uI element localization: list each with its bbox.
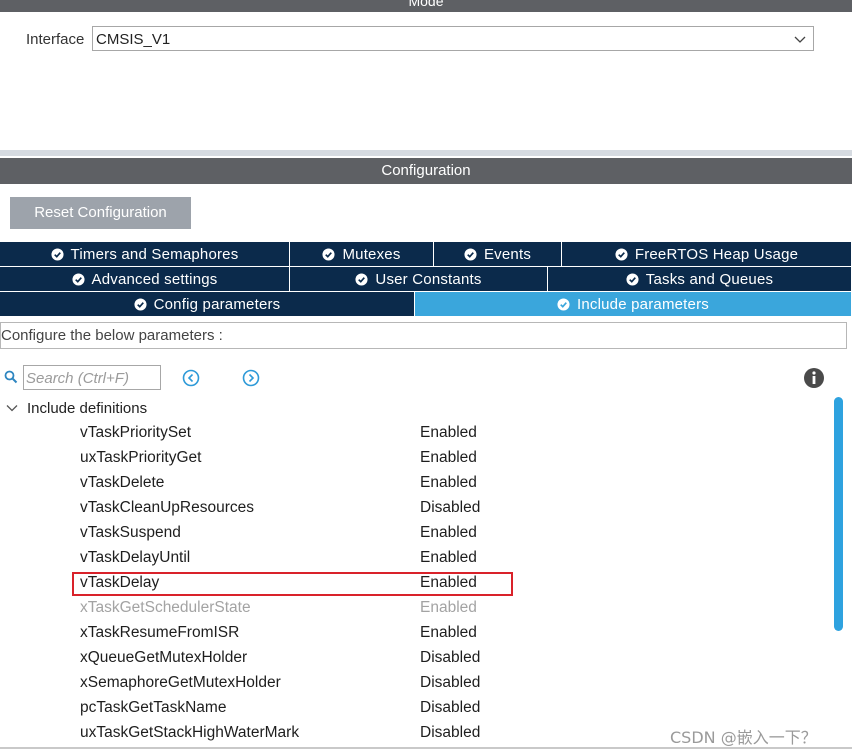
parameter-name: vTaskDelayUntil	[80, 549, 191, 566]
search-placeholder: Search (Ctrl+F)	[26, 370, 129, 387]
parameter-row[interactable]: uxTaskPriorityGet Enabled	[0, 446, 830, 471]
parameter-value[interactable]: Disabled	[420, 674, 480, 692]
configure-hint-text: Configure the below parameters :	[1, 327, 223, 344]
parameter-name: uxTaskPriorityGet	[80, 449, 202, 466]
tab-label: Include parameters	[576, 295, 709, 313]
parameter-row[interactable]: vTaskDelayUntil Enabled	[0, 546, 830, 571]
parameter-name: xTaskGetSchedulerState	[80, 599, 251, 616]
tab-label: FreeRTOS Heap Usage	[634, 245, 799, 263]
interface-label: Interface	[26, 31, 85, 48]
info-icon[interactable]	[803, 367, 825, 389]
parameter-value[interactable]: Disabled	[420, 724, 480, 742]
parameter-name: vTaskSuspend	[80, 524, 181, 541]
parameter-row[interactable]: pcTaskGetTaskName Disabled	[0, 696, 830, 721]
scrollbar-thumb[interactable]	[834, 397, 843, 631]
parameter-name: xSemaphoreGetMutexHolder	[80, 674, 281, 691]
section-divider	[0, 150, 852, 156]
check-circle-icon	[626, 272, 639, 286]
arrow-right-circle-icon[interactable]	[241, 368, 261, 388]
parameter-row[interactable]: vTaskSuspend Enabled	[0, 521, 830, 546]
parameter-value[interactable]: Enabled	[420, 524, 477, 542]
mode-title: Mode	[408, 0, 444, 9]
tab-mutexes[interactable]: Mutexes	[290, 242, 434, 267]
parameter-value[interactable]: Disabled	[420, 499, 480, 517]
mode-section-header: Mode	[0, 0, 852, 12]
tab-config-parameters[interactable]: Config parameters	[0, 292, 415, 317]
parameter-row[interactable]: xSemaphoreGetMutexHolder Disabled	[0, 671, 830, 696]
parameter-value[interactable]: Enabled	[420, 549, 477, 567]
tab-label: Tasks and Queues	[645, 270, 774, 288]
check-circle-icon	[71, 272, 85, 286]
tab-events[interactable]: Events	[434, 242, 562, 267]
parameter-row[interactable]: vTaskCleanUpResources Disabled	[0, 496, 830, 521]
parameter-name: vTaskPrioritySet	[80, 424, 192, 441]
parameter-name: xTaskResumeFromISR	[80, 624, 240, 641]
group-label: Include definitions	[27, 399, 148, 417]
watermark-text: CSDN @嵌入一下？	[670, 728, 817, 747]
tab-label: Advanced settings	[91, 270, 218, 288]
check-circle-icon	[134, 297, 147, 311]
check-circle-icon	[557, 297, 570, 311]
reset-configuration-button[interactable]: Reset Configuration	[10, 197, 191, 229]
parameter-name: uxTaskGetStackHighWaterMark	[80, 724, 300, 741]
check-circle-icon	[51, 247, 64, 261]
search-icon	[4, 370, 18, 384]
parameter-value[interactable]: Enabled	[420, 474, 477, 492]
interface-select[interactable]: CMSIS_V1	[92, 26, 814, 51]
parameter-value[interactable]: Enabled	[420, 449, 477, 467]
parameter-row[interactable]: vTaskPrioritySet Enabled	[0, 421, 830, 446]
tab-tasks-and-queues[interactable]: Tasks and Queues	[548, 267, 852, 292]
configuration-header: Configuration	[0, 158, 852, 184]
tab-label: Mutexes	[342, 245, 401, 263]
parameter-value[interactable]: Disabled	[420, 649, 480, 667]
parameter-name: pcTaskGetTaskName	[80, 699, 227, 716]
parameter-value[interactable]: Enabled	[420, 424, 477, 442]
parameter-value[interactable]: Enabled	[420, 624, 477, 642]
parameter-row[interactable]: vTaskDelete Enabled	[0, 471, 830, 496]
check-circle-icon	[464, 247, 477, 261]
parameter-row-readonly: xTaskGetSchedulerState Enabled	[0, 596, 830, 621]
parameter-name: vTaskCleanUpResources	[80, 499, 255, 516]
arrow-left-circle-icon[interactable]	[181, 368, 201, 388]
parameter-name: vTaskDelete	[80, 474, 165, 491]
highlight-annotation-box	[72, 572, 513, 596]
parameter-value: Enabled	[420, 599, 477, 616]
interface-value: CMSIS_V1	[96, 31, 171, 48]
tab-user-constants[interactable]: User Constants	[290, 267, 548, 292]
collapse-chevron-icon	[6, 405, 18, 412]
tab-advanced-settings[interactable]: Advanced settings	[0, 267, 290, 292]
tab-label: User Constants	[375, 270, 482, 288]
tab-label: Timers and Semaphores	[70, 245, 239, 263]
check-circle-icon	[355, 272, 368, 286]
tab-label: Events	[483, 245, 532, 263]
tab-timers-and-semaphores[interactable]: Timers and Semaphores	[0, 242, 290, 267]
include-definitions-group[interactable]: Include definitions	[5, 398, 147, 418]
tab-label: Config parameters	[153, 295, 281, 313]
check-circle-icon	[322, 247, 335, 261]
configure-hint-box: Configure the below parameters :	[0, 322, 847, 349]
tab-freertos-heap-usage[interactable]: FreeRTOS Heap Usage	[562, 242, 852, 267]
bottom-divider	[0, 747, 852, 749]
parameter-row[interactable]: xQueueGetMutexHolder Disabled	[0, 646, 830, 671]
check-circle-icon	[615, 247, 628, 261]
parameter-value[interactable]: Disabled	[420, 699, 480, 717]
search-input[interactable]: Search (Ctrl+F)	[23, 365, 161, 390]
parameter-name: xQueueGetMutexHolder	[80, 649, 248, 666]
parameter-row[interactable]: xTaskResumeFromISR Enabled	[0, 621, 830, 646]
tab-include-parameters[interactable]: Include parameters	[415, 292, 852, 317]
chevron-down-icon	[794, 36, 806, 43]
